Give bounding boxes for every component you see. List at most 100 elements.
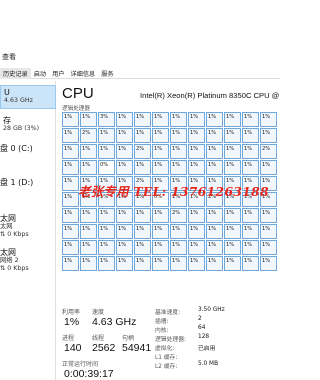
handles-label: 句柄: [122, 335, 135, 342]
uptime-value: 0:00:39:17: [64, 368, 114, 380]
logical-processor-cell: 1%: [152, 240, 169, 255]
cell-usage-label: 1%: [100, 242, 109, 248]
cell-usage-label: 1%: [100, 210, 109, 216]
sidebar-item-disk-c[interactable]: 盘 0 (C:): [0, 142, 56, 162]
logical-processor-cell: 1%: [152, 128, 169, 143]
logical-processor-cell: 1%: [116, 160, 133, 175]
tab-services[interactable]: 服务: [98, 68, 116, 79]
base-speed-value: 3.50 GHz: [198, 307, 225, 313]
menu-view[interactable]: 查看: [2, 52, 16, 62]
cell-usage-label: 1%: [154, 114, 163, 120]
sidebar-item-ethernet-2[interactable]: 太网 网络 2 ⇅ 0 Kbps: [0, 246, 56, 278]
cell-usage-label: 1%: [226, 146, 235, 152]
cell-usage-label: 1%: [172, 226, 181, 232]
tab-users[interactable]: 用户: [49, 68, 67, 79]
performance-sidebar: U 4.63 GHz 存 28 GB (3%) 盘 0 (C:) 盘 1 (D:…: [0, 81, 56, 380]
sidebar-item-label: 存: [3, 116, 11, 125]
cell-usage-label: 1%: [154, 242, 163, 248]
cell-usage-label: 1%: [226, 258, 235, 264]
cell-usage-label: 1%: [244, 162, 253, 168]
logical-processor-cell: 1%: [116, 256, 133, 271]
cell-usage-label: 1%: [154, 210, 163, 216]
sidebar-item-label: 盘 1 (D:): [0, 178, 34, 187]
cell-usage-label: 1%: [262, 226, 271, 232]
utilization-value: 1%: [64, 316, 80, 328]
logical-processor-cell: 1%: [134, 240, 151, 255]
tab-details[interactable]: 详细信息: [68, 68, 99, 79]
logical-processor-cell: 1%: [80, 240, 97, 255]
logical-processor-cell: 2%: [260, 144, 277, 159]
cell-usage-label: 1%: [208, 146, 217, 152]
logical-processor-cell: 1%: [62, 160, 79, 175]
uptime-label: 正常运行时间: [62, 361, 99, 368]
logical-processor-cell: 1%: [62, 256, 79, 271]
logical-processor-cell: 1%: [224, 160, 241, 175]
logical-processor-cell: 1%: [188, 160, 205, 175]
cell-usage-label: 1%: [100, 226, 109, 232]
logical-processor-cell: 1%: [260, 224, 277, 239]
grid-label: 逻辑处理器: [62, 106, 90, 112]
cell-usage-label: 1%: [208, 242, 217, 248]
sidebar-item-label: 太网: [0, 248, 16, 257]
cell-usage-label: 1%: [100, 258, 109, 264]
sidebar-item-cpu[interactable]: U 4.63 GHz: [0, 85, 56, 109]
menu-view-label: 查看: [2, 53, 16, 61]
cell-usage-label: 1%: [136, 114, 145, 120]
logical-processor-cell: 1%: [98, 224, 115, 239]
logical-processor-cell: 1%: [206, 240, 223, 255]
cell-usage-label: 1%: [190, 146, 199, 152]
sidebar-item-memory[interactable]: 存 28 GB (3%): [0, 114, 56, 134]
cell-usage-label: 1%: [64, 226, 73, 232]
logical-processor-cell: 1%: [260, 112, 277, 127]
logical-processor-cell: 1%: [134, 208, 151, 223]
logical-processors-label: 逻辑处理器:: [155, 337, 186, 343]
logical-processor-cell: 1%: [170, 128, 187, 143]
logical-processor-cell: 1%: [152, 256, 169, 271]
watermark-text: 老张专用 TEL: 13761263188: [78, 184, 269, 199]
logical-processor-cell: 1%: [188, 256, 205, 271]
logical-processor-cell: 1%: [260, 128, 277, 143]
logical-processor-cell: 1%: [62, 176, 79, 191]
logical-processor-cell: 1%: [224, 112, 241, 127]
logical-processor-cell: 1%: [62, 144, 79, 159]
cell-usage-label: 1%: [244, 226, 253, 232]
sidebar-item-disk-d[interactable]: 盘 1 (D:): [0, 176, 56, 196]
logical-processor-cell: 1%: [188, 224, 205, 239]
cell-usage-label: 1%: [136, 162, 145, 168]
logical-processor-cell: 1%: [242, 160, 259, 175]
logical-processor-cell: 1%: [98, 256, 115, 271]
logical-processor-cell: 1%: [188, 208, 205, 223]
cell-usage-label: 1%: [100, 146, 109, 152]
threads-value: 2562: [92, 342, 116, 354]
l2-cache-label: L2 缓存:: [155, 364, 178, 370]
cell-usage-label: 1%: [64, 242, 73, 248]
cell-usage-label: 1%: [82, 146, 91, 152]
base-speed-label: 基准速度:: [155, 310, 181, 316]
cell-usage-label: 1%: [100, 130, 109, 136]
logical-processor-cell: 1%: [260, 256, 277, 271]
cell-usage-label: 1%: [64, 114, 73, 120]
sidebar-item-ethernet-1[interactable]: 太网 太网 ⇅ 0 Kbps: [0, 212, 56, 244]
cell-usage-label: 1%: [262, 258, 271, 264]
logical-processor-cell: 1%: [224, 144, 241, 159]
cell-usage-label: 1%: [118, 226, 127, 232]
cell-usage-label: 1%: [118, 258, 127, 264]
cell-usage-label: 1%: [154, 226, 163, 232]
tab-history[interactable]: 历史记录: [0, 68, 31, 79]
logical-processor-cell: 1%: [116, 128, 133, 143]
logical-processor-cell: 1%: [62, 112, 79, 127]
cell-usage-label: 1%: [226, 210, 235, 216]
cell-usage-label: 1%: [118, 242, 127, 248]
cell-usage-label: 1%: [208, 114, 217, 120]
cell-usage-label: 1%: [64, 258, 73, 264]
logical-processor-cell: 1%: [206, 256, 223, 271]
cell-usage-label: 1%: [64, 210, 73, 216]
threads-label: 线程: [92, 335, 105, 342]
cell-usage-label: 1%: [64, 194, 73, 200]
cell-usage-label: 1%: [190, 114, 199, 120]
logical-processor-cell: 1%: [206, 224, 223, 239]
cell-usage-label: 1%: [262, 130, 271, 136]
sockets-value: 2: [198, 316, 202, 322]
tab-startup[interactable]: 启动: [31, 68, 49, 79]
cell-usage-label: 1%: [190, 226, 199, 232]
